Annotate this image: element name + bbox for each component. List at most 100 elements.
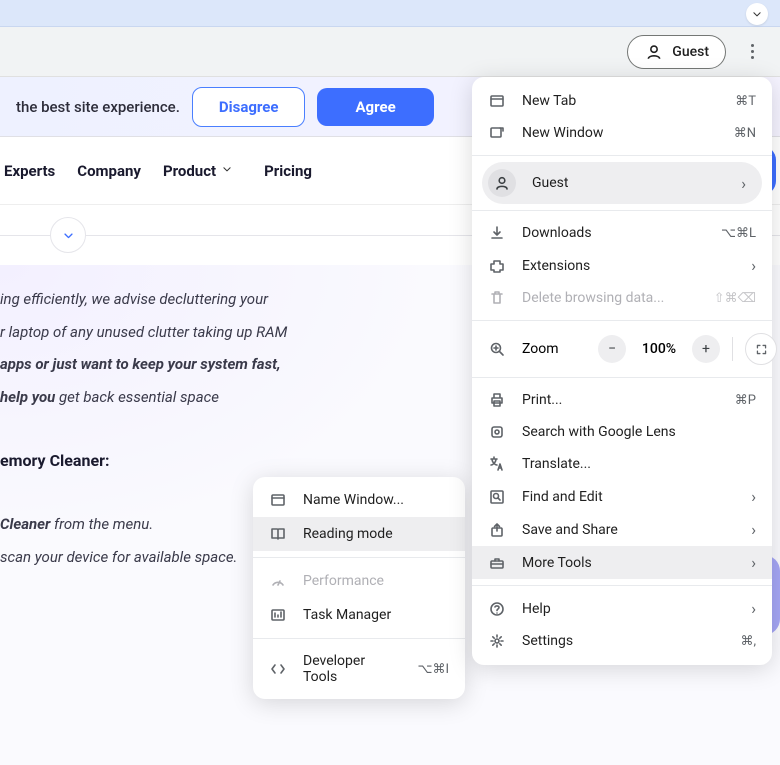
new-window-icon	[488, 124, 506, 142]
menu-label: New Window	[522, 125, 718, 141]
menu-downloads[interactable]: Downloads ⌥⌘L	[472, 217, 772, 249]
menu-label: Find and Edit	[522, 489, 735, 505]
shortcut: ⌘,	[740, 634, 756, 649]
zoom-in-button[interactable]: +	[692, 335, 720, 363]
zoom-icon	[488, 340, 506, 358]
lens-icon	[488, 423, 506, 441]
divider	[732, 337, 733, 361]
menu-label: Save and Share	[522, 522, 735, 538]
shortcut: ⌘N	[734, 126, 756, 141]
zoom-value: 100%	[638, 341, 680, 357]
guest-avatar-icon	[488, 169, 516, 197]
fullscreen-button[interactable]	[745, 333, 777, 365]
settings-icon	[488, 632, 506, 650]
menu-label: Delete browsing data...	[522, 290, 698, 306]
top-banner	[0, 0, 780, 27]
menu-translate[interactable]: Translate...	[472, 448, 772, 480]
shortcut: ⌘T	[735, 94, 756, 109]
task-manager-icon	[269, 606, 287, 624]
menu-label: Settings	[522, 633, 724, 649]
menu-zoom-row: Zoom − 100% +	[472, 327, 772, 371]
share-icon	[488, 521, 506, 539]
menu-label: Reading mode	[303, 526, 449, 542]
submenu-name-window[interactable]: Name Window...	[253, 483, 465, 517]
menu-label: Guest	[532, 175, 725, 191]
shortcut: ⌘P	[735, 393, 756, 408]
zoom-controls: − 100% +	[598, 333, 777, 365]
more-tools-submenu: Name Window... Reading mode Performance …	[253, 477, 465, 699]
menu-label: New Tab	[522, 93, 719, 109]
browser-toolbar: Guest	[0, 27, 780, 77]
guest-profile-button[interactable]: Guest	[627, 35, 726, 69]
submenu-reading-mode[interactable]: Reading mode	[253, 517, 465, 551]
menu-find-edit[interactable]: Find and Edit ›	[472, 480, 772, 513]
menu-label: Search with Google Lens	[522, 424, 756, 440]
shortcut: ⌥⌘L	[721, 226, 756, 241]
disagree-button[interactable]: Disagree	[192, 87, 306, 127]
menu-save-share[interactable]: Save and Share ›	[472, 513, 772, 546]
agree-button[interactable]: Agree	[317, 88, 433, 126]
submenu-performance: Performance	[253, 564, 465, 598]
chevron-right-icon: ›	[751, 599, 756, 618]
menu-print[interactable]: Print... ⌘P	[472, 384, 772, 416]
guest-label: Guest	[672, 44, 709, 60]
toolbox-icon	[488, 554, 506, 572]
menu-help[interactable]: Help ›	[472, 592, 772, 625]
chevron-right-icon: ›	[741, 174, 746, 193]
menu-separator	[253, 557, 465, 558]
menu-new-window[interactable]: New Window ⌘N	[472, 117, 772, 149]
cookie-text: the best site experience.	[16, 98, 180, 116]
chevron-right-icon: ›	[751, 256, 756, 275]
chevron-right-icon: ›	[751, 553, 756, 572]
menu-label: More Tools	[522, 555, 735, 571]
menu-label: Print...	[522, 392, 719, 408]
menu-label: Developer Tools	[303, 653, 401, 685]
expand-button[interactable]	[50, 217, 86, 253]
menu-more-tools[interactable]: More Tools ›	[472, 546, 772, 579]
zoom-out-button[interactable]: −	[598, 335, 626, 363]
code-icon	[269, 660, 287, 678]
menu-separator	[472, 320, 772, 321]
submenu-task-manager[interactable]: Task Manager	[253, 598, 465, 632]
trash-icon	[488, 289, 506, 307]
menu-separator	[472, 155, 772, 156]
menu-delete-browsing-data: Delete browsing data... ⇧⌘⌫	[472, 282, 772, 314]
kebab-icon	[751, 44, 754, 59]
banner-collapse-button[interactable]	[746, 3, 768, 25]
nav-product[interactable]: Product	[163, 162, 232, 180]
guest-avatar-icon	[644, 42, 664, 62]
shortcut: ⌥⌘I	[417, 662, 449, 677]
menu-search-lens[interactable]: Search with Google Lens	[472, 416, 772, 448]
menu-label: Task Manager	[303, 607, 449, 623]
nav-pricing[interactable]: Pricing	[264, 162, 312, 180]
menu-label: Name Window...	[303, 492, 449, 508]
menu-label: Help	[522, 601, 735, 617]
nav-company[interactable]: Company	[77, 162, 141, 180]
chevron-right-icon: ›	[751, 487, 756, 506]
submenu-developer-tools[interactable]: Developer Tools ⌥⌘I	[253, 645, 465, 693]
menu-settings[interactable]: Settings ⌘,	[472, 625, 772, 657]
find-icon	[488, 488, 506, 506]
menu-new-tab[interactable]: New Tab ⌘T	[472, 85, 772, 117]
zoom-label: Zoom	[522, 341, 582, 357]
menu-separator	[472, 210, 772, 211]
menu-label: Downloads	[522, 225, 705, 241]
more-options-button[interactable]	[734, 34, 770, 70]
window-icon	[269, 491, 287, 509]
translate-icon	[488, 455, 506, 473]
menu-separator	[253, 638, 465, 639]
extensions-icon	[488, 257, 506, 275]
browser-main-menu: New Tab ⌘T New Window ⌘N Guest › Downloa…	[472, 77, 772, 665]
nav-product-label: Product	[163, 162, 216, 180]
performance-icon	[269, 572, 287, 590]
menu-label: Extensions	[522, 258, 735, 274]
new-tab-icon	[488, 92, 506, 110]
menu-separator	[472, 585, 772, 586]
menu-extensions[interactable]: Extensions ›	[472, 249, 772, 282]
menu-guest-profile[interactable]: Guest ›	[482, 162, 762, 204]
menu-label: Performance	[303, 573, 449, 589]
nav-experts[interactable]: Experts	[4, 162, 55, 180]
download-icon	[488, 224, 506, 242]
menu-separator	[472, 377, 772, 378]
menu-label: Translate...	[522, 456, 756, 472]
